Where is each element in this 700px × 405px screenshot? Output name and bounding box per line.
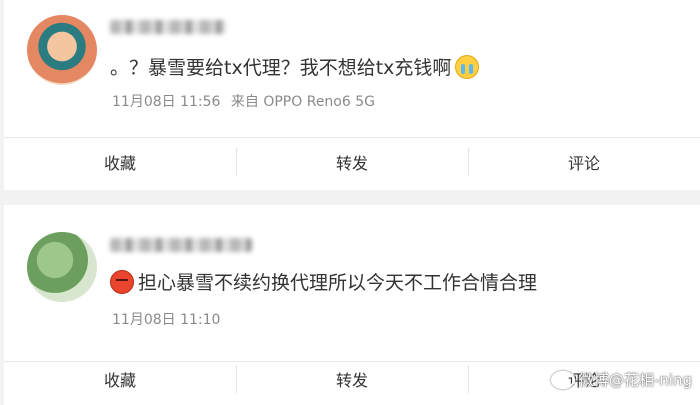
post-meta: 11月08日 11:10 (112, 309, 220, 329)
post-content: 。？暴雪要给tx代理？我不想给tx充钱啊 (110, 57, 452, 79)
favorite-button[interactable]: 收藏 (4, 355, 236, 403)
action-bar: 收藏 转发 评论 (4, 138, 700, 186)
favorite-button[interactable]: 收藏 (4, 138, 236, 186)
angry-emoji-icon (110, 269, 134, 294)
avatar[interactable] (27, 232, 97, 302)
comment-button[interactable]: 评论 (468, 138, 700, 186)
username-blurred[interactable] (110, 238, 252, 252)
post-meta: 11月08日 11:56 来自 OPPO Reno6 5G (112, 91, 375, 111)
post-source: 来自 OPPO Reno6 5G (230, 94, 375, 110)
weibo-post-card: 。？暴雪要给tx代理？我不想给tx充钱啊 11月08日 11:56 来自 OPP… (4, 0, 700, 190)
post-content: 担心暴雪不续约换代理所以今天不工作合情合理 (138, 272, 538, 294)
watermark-text: 微博@花相-ning (578, 371, 692, 389)
post-text: 。？暴雪要给tx代理？我不想给tx充钱啊 (110, 53, 480, 80)
post-text: 担心暴雪不续约换代理所以今天不工作合情合理 (110, 268, 537, 295)
weibo-watermark: 微博@花相-ning (550, 369, 692, 390)
post-time[interactable]: 11月08日 11:56 (112, 94, 220, 110)
weibo-logo-icon (550, 370, 575, 389)
crying-emoji-icon (455, 54, 480, 79)
avatar[interactable] (27, 15, 97, 85)
post-time[interactable]: 11月08日 11:10 (112, 312, 220, 328)
repost-button[interactable]: 转发 (236, 355, 468, 403)
username-blurred[interactable] (110, 20, 226, 34)
repost-button[interactable]: 转发 (236, 138, 468, 186)
